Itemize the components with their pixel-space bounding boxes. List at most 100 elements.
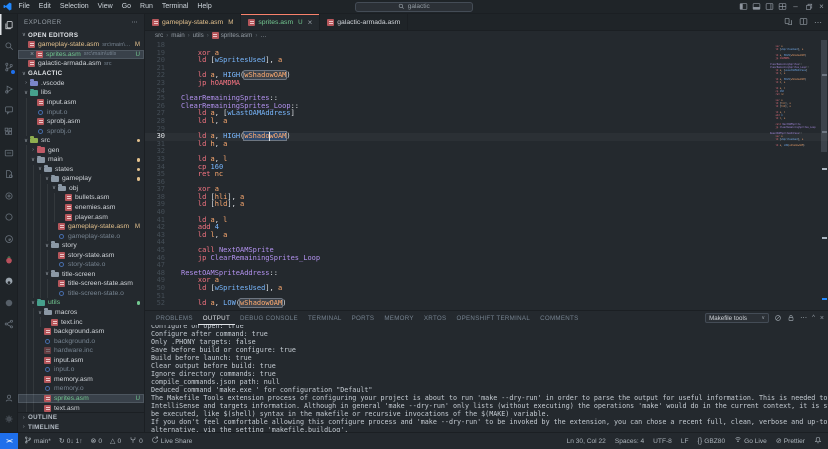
panel-more-icon[interactable]: ⋯: [800, 314, 807, 322]
tree-item-story-state.o[interactable]: story-state.o: [18, 260, 144, 270]
panel-tab-comments[interactable]: COMMENTS: [535, 311, 584, 325]
panel-tab-openshift-terminal[interactable]: OPENSHIFT TERMINAL: [451, 311, 535, 325]
tree-item-gameplay[interactable]: ∨gameplay: [18, 174, 144, 184]
tab-galactic-armada.asm[interactable]: galactic-armada.asm: [320, 14, 408, 30]
minimize-icon[interactable]: –: [789, 0, 802, 13]
breadcrumb-item-utils[interactable]: utils: [193, 32, 204, 39]
activitybar-item-gear-circle[interactable]: [0, 185, 18, 206]
activitybar-item-makefile-tools[interactable]: [0, 164, 18, 185]
customize-layout-icon[interactable]: [776, 0, 789, 13]
toggle-primary-sidebar-icon[interactable]: [737, 0, 750, 13]
panel-tab-xrtos[interactable]: XRTOS: [419, 311, 452, 325]
maximize-panel-icon[interactable]: ^: [812, 315, 815, 321]
open-editor-gameplay-state.asm[interactable]: gameplay-state.asmsrc\main\stat...M: [18, 40, 144, 50]
activitybar-item-settings[interactable]: [0, 409, 18, 430]
lock-scroll-icon[interactable]: [787, 314, 795, 322]
tree-item-input.o[interactable]: input.o: [18, 107, 144, 117]
tree-item-gameplay-state.o[interactable]: gameplay-state.o: [18, 231, 144, 241]
command-center-search[interactable]: galactic: [355, 2, 473, 13]
tree-item-input.o[interactable]: input.o: [18, 365, 144, 375]
panel-tab-output[interactable]: OUTPUT: [198, 311, 235, 325]
activitybar-item-search[interactable]: [0, 35, 18, 56]
output-channel-select[interactable]: Makefile tools ∨: [705, 313, 769, 324]
panel-tab-terminal[interactable]: TERMINAL: [303, 311, 347, 325]
editor-scrollbar[interactable]: [820, 40, 828, 310]
activitybar-item-record-circle[interactable]: [0, 207, 18, 228]
activitybar-item-berry[interactable]: [0, 249, 18, 270]
tree-item-states[interactable]: ∨states: [18, 165, 144, 175]
tree-item-hardware.inc[interactable]: hardware.inc: [18, 346, 144, 356]
explorer-more-actions-icon[interactable]: ⋯: [131, 19, 138, 26]
status-indentation[interactable]: Spaces: 4: [615, 438, 644, 445]
close-tab-icon[interactable]: ×: [308, 18, 313, 27]
menu-go[interactable]: Go: [117, 0, 135, 13]
menu-file[interactable]: File: [14, 0, 34, 13]
status-errors[interactable]: ⊗0: [91, 437, 103, 445]
workspace-section[interactable]: ∨ GALACTIC: [18, 69, 144, 79]
tree-item-background.o[interactable]: background.o: [18, 336, 144, 346]
tree-item-gen[interactable]: ›gen: [18, 145, 144, 155]
activitybar-item-live-share[interactable]: [0, 100, 18, 121]
outline-section[interactable]: › OUTLINE: [18, 413, 144, 423]
menu-help[interactable]: Help: [193, 0, 216, 13]
toggle-secondary-sidebar-icon[interactable]: [763, 0, 776, 13]
tree-item-.vscode[interactable]: ›.vscode: [18, 79, 144, 89]
breadcrumb-item-sprites.asm[interactable]: sprites.asm: [212, 32, 253, 39]
tree-item-gameplay-state.asm[interactable]: gameplay-state.asmM: [18, 222, 144, 232]
clear-output-icon[interactable]: [774, 314, 782, 322]
status-warnings[interactable]: △0: [110, 437, 121, 445]
close-icon[interactable]: ×: [815, 0, 828, 13]
status-ports[interactable]: 0: [129, 436, 143, 446]
activitybar-item-explorer[interactable]: [0, 14, 18, 35]
tab-gameplay-state.asm[interactable]: gameplay-state.asmM: [145, 14, 241, 30]
tab-sprites.asm[interactable]: sprites.asmU×: [241, 14, 320, 30]
tree-item-story-state.asm[interactable]: story-state.asm: [18, 250, 144, 260]
menu-edit[interactable]: Edit: [34, 0, 55, 13]
activitybar-item-account[interactable]: [0, 387, 18, 408]
timeline-section[interactable]: › TIMELINE: [18, 423, 144, 433]
toggle-panel-icon[interactable]: [750, 0, 763, 13]
activitybar-item-github[interactable]: [0, 271, 18, 292]
open-editor-galactic-armada.asm[interactable]: galactic-armada.asmsrc: [18, 59, 144, 69]
tree-item-player.asm[interactable]: player.asm: [18, 212, 144, 222]
tree-item-enemies.asm[interactable]: enemies.asm: [18, 203, 144, 213]
breadcrumb-item-src[interactable]: src: [155, 32, 163, 39]
activitybar-item-source-control[interactable]: [0, 57, 18, 78]
scrollbar-thumb[interactable]: [821, 40, 827, 152]
open-changes-icon[interactable]: [784, 13, 793, 31]
activitybar-item-remote-window[interactable]: [0, 142, 18, 163]
menu-terminal[interactable]: Terminal: [157, 0, 192, 13]
breadcrumb-item-main[interactable]: main: [171, 32, 184, 39]
tree-item-input.asm[interactable]: input.asm: [18, 98, 144, 108]
split-editor-icon[interactable]: [799, 13, 808, 31]
status-go-live[interactable]: Go Live: [734, 436, 767, 446]
tree-item-utils[interactable]: ∨utils: [18, 298, 144, 308]
status-git-branch[interactable]: main*: [24, 436, 51, 446]
close-editor-icon[interactable]: ×: [28, 51, 36, 58]
tree-item-sprobj.o[interactable]: sprobj.o: [18, 126, 144, 136]
activitybar-item-gitlens[interactable]: [0, 228, 18, 249]
menu-run[interactable]: Run: [136, 0, 158, 13]
tree-item-background.asm[interactable]: background.asm: [18, 327, 144, 337]
menu-selection[interactable]: Selection: [55, 0, 93, 13]
tree-item-memory.asm[interactable]: memory.asm: [18, 375, 144, 385]
status-live-share[interactable]: Live Share: [151, 436, 193, 446]
status-language-mode[interactable]: {}GBZ80: [698, 438, 726, 445]
tree-item-memory.o[interactable]: memory.o: [18, 384, 144, 394]
tree-item-text.inc[interactable]: text.inc: [18, 317, 144, 327]
status-git-sync[interactable]: ↻0↓ 1↑: [59, 437, 83, 445]
tree-item-story[interactable]: ∨story: [18, 241, 144, 251]
panel-tab-memory[interactable]: MEMORY: [379, 311, 419, 325]
status-cursor-position[interactable]: Ln 30, Col 22: [567, 438, 606, 445]
tree-item-title-screen-state.o[interactable]: title-screen-state.o: [18, 289, 144, 299]
more-actions-icon[interactable]: ⋯: [814, 18, 822, 27]
activitybar-item-extensions[interactable]: [0, 121, 18, 142]
restore-icon[interactable]: [802, 0, 815, 13]
open-editor-sprites.asm[interactable]: ×sprites.asmsrc\main\utilsU: [18, 50, 144, 60]
tree-item-macros[interactable]: ∨macros: [18, 308, 144, 318]
open-editors-section[interactable]: ∨ OPEN EDITORS: [18, 30, 144, 40]
menu-view[interactable]: View: [93, 0, 117, 13]
status-encoding[interactable]: UTF-8: [653, 438, 672, 445]
tree-item-title-screen-state.asm[interactable]: title-screen-state.asm: [18, 279, 144, 289]
output-console[interactable]: Configure on open: trueConfigure after c…: [145, 325, 828, 432]
